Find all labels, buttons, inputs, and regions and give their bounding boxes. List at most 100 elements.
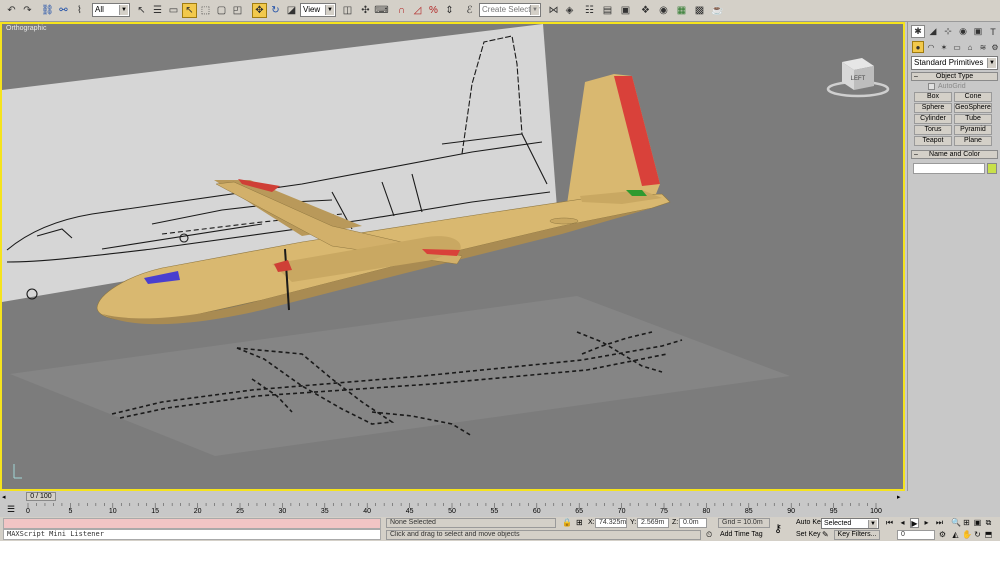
select-and-rotate-icon[interactable]: ↻ (268, 3, 283, 18)
systems-icon[interactable]: ⚙ (989, 41, 1000, 53)
create-tab-icon[interactable]: ✱ (911, 25, 925, 38)
select-region-icon[interactable]: ▭ (166, 3, 181, 18)
object-name-input[interactable] (913, 163, 985, 174)
select-tool-icon[interactable]: ↖ (182, 3, 197, 18)
add-time-tag-button[interactable]: Add Time Tag (720, 530, 763, 539)
time-tag-icon[interactable]: ⏲ (706, 530, 712, 540)
field-of-view-icon[interactable]: ◭ (951, 530, 960, 540)
pan-view-icon[interactable]: ✋ (962, 530, 972, 540)
redo-icon[interactable]: ↷ (20, 3, 35, 18)
orbit-icon[interactable]: ↻ (973, 530, 982, 540)
modify-tab-icon[interactable]: ◢ (926, 25, 940, 38)
zoom-all-icon[interactable]: ⊞ (962, 518, 971, 528)
go-to-start-icon[interactable]: ⏮ (885, 518, 894, 528)
hierarchy-tab-icon[interactable]: ⊹ (941, 25, 955, 38)
primitive-category-dropdown[interactable]: Standard Primitives ▼ (911, 56, 998, 70)
helpers-icon[interactable]: ⌂ (964, 41, 976, 53)
schematic-view-icon[interactable]: ❖ (638, 3, 653, 18)
selection-filter-dropdown[interactable]: All ▼ (92, 3, 130, 17)
scene-canvas[interactable]: LEFT (2, 24, 903, 489)
mirror-icon[interactable]: ⋈ (546, 3, 561, 18)
cylinder-button[interactable]: Cylinder (914, 114, 952, 124)
plane-button[interactable]: Plane (954, 136, 992, 146)
object-color-swatch[interactable] (987, 163, 997, 174)
reference-coordinate-dropdown[interactable]: View ▼ (300, 3, 336, 17)
zoom-extents-all-icon[interactable]: ⧉ (984, 518, 993, 528)
utilities-tab-icon[interactable]: T (986, 25, 1000, 38)
pivot-center-icon[interactable]: ◫ (340, 3, 355, 18)
select-and-scale-icon[interactable]: ◪ (284, 3, 299, 18)
key-mode-dropdown[interactable]: Selected ▼ (821, 518, 879, 529)
curve-editor-icon[interactable]: ▣ (618, 3, 633, 18)
set-key-button[interactable]: Set Key (796, 530, 821, 539)
lights-icon[interactable]: ✶ (938, 41, 950, 53)
time-slider[interactable]: 0 / 100 ◂ ▸ (0, 491, 907, 502)
teapot-button[interactable]: Teapot (914, 136, 952, 146)
viewport-label[interactable]: Orthographic (6, 25, 46, 32)
play-icon[interactable]: ▶ (910, 518, 919, 528)
go-to-end-icon[interactable]: ⏭ (935, 518, 944, 528)
orthographic-viewport[interactable]: LEFT Orthographic (0, 22, 905, 491)
z-coordinate-field[interactable]: 0.0m (679, 518, 707, 528)
window-crossing-icon[interactable]: ▢ (214, 3, 229, 18)
viewcube[interactable]: LEFT (826, 58, 890, 98)
select-and-link-icon[interactable]: ⛓ (40, 3, 55, 18)
geosphere-button[interactable]: GeoSphere (954, 103, 992, 113)
next-frame-icon[interactable]: ▸ (922, 518, 931, 528)
bind-space-warp-icon[interactable]: ⌇ (72, 3, 87, 18)
set-key-icon[interactable]: ✎ (822, 530, 829, 539)
unlink-icon[interactable]: ⚯ (56, 3, 71, 18)
shapes-icon[interactable]: ◠ (925, 41, 937, 53)
selection-lock-icon[interactable]: 🔒 (562, 518, 572, 527)
select-paint-icon[interactable]: ◰ (230, 3, 245, 18)
chevron-left-icon[interactable]: ◂ (2, 493, 6, 501)
edit-named-selection-icon[interactable]: ℰ (462, 3, 477, 18)
chevron-right-icon[interactable]: ▸ (897, 493, 901, 501)
named-selection-sets-dropdown[interactable]: Create Selection Set ▼ (479, 3, 541, 17)
select-and-move-icon[interactable]: ✥ (252, 3, 267, 18)
rendered-frame-window-icon[interactable]: ▩ (692, 3, 707, 18)
previous-frame-icon[interactable]: ◂ (898, 518, 907, 528)
render-setup-icon[interactable]: ▦ (674, 3, 689, 18)
y-coordinate-field[interactable]: 2.569m (637, 518, 669, 528)
torus-button[interactable]: Torus (914, 125, 952, 135)
autogrid-checkbox[interactable] (928, 83, 935, 90)
box-button[interactable]: Box (914, 92, 952, 102)
absolute-mode-icon[interactable]: ⊞ (576, 518, 583, 527)
render-production-icon[interactable]: ☕ (710, 3, 725, 18)
track-bar[interactable]: ☰ 0 5 10 15 20 25 30 35 40 45 50 55 60 65 70 75 80 85 90 95… (0, 502, 907, 517)
space-warps-icon[interactable]: ≋ (977, 41, 989, 53)
undo-icon[interactable]: ↶ (4, 3, 19, 18)
graphite-ribbon-icon[interactable]: ▤ (600, 3, 615, 18)
geometry-icon[interactable]: ● (912, 41, 924, 53)
maxscript-listener-output[interactable]: MAXScript Mini Listener (3, 529, 381, 540)
pyramid-button[interactable]: Pyramid (954, 125, 992, 135)
display-tab-icon[interactable]: ▣ (971, 25, 985, 38)
tube-button[interactable]: Tube (954, 114, 992, 124)
maxscript-listener-input[interactable] (3, 518, 381, 529)
snaps-toggle-icon[interactable]: ∩ (394, 3, 409, 18)
spinner-snap-icon[interactable]: ⇕ (442, 3, 457, 18)
select-object-icon[interactable]: ↖ (134, 3, 149, 18)
layer-manager-icon[interactable]: ☷ (582, 3, 597, 18)
zoom-extents-icon[interactable]: ▣ (973, 518, 982, 528)
current-frame-field[interactable]: 0 (897, 530, 935, 540)
object-type-rollout-header[interactable]: – Object Type (911, 72, 998, 81)
material-editor-icon[interactable]: ◉ (656, 3, 671, 18)
select-and-manipulate-icon[interactable]: ✣ (358, 3, 373, 18)
align-icon[interactable]: ◈ (562, 3, 577, 18)
time-slider-thumb[interactable]: 0 / 100 (26, 492, 56, 501)
cameras-icon[interactable]: ▭ (951, 41, 963, 53)
zoom-icon[interactable]: 🔍 (951, 518, 961, 528)
time-configuration-icon[interactable]: ⚙ (938, 530, 947, 540)
name-and-color-rollout-header[interactable]: – Name and Color (911, 150, 998, 159)
cone-button[interactable]: Cone (954, 92, 992, 102)
motion-tab-icon[interactable]: ◉ (956, 25, 970, 38)
key-filters-button[interactable]: Key Filters... (834, 530, 880, 540)
select-by-name-icon[interactable]: ☰ (150, 3, 165, 18)
key-icon[interactable]: ⚷ (774, 522, 782, 535)
keyboard-shortcut-icon[interactable]: ⌨ (374, 3, 389, 18)
rectangular-region-icon[interactable]: ⬚ (198, 3, 213, 18)
x-coordinate-field[interactable]: 74.325m (595, 518, 627, 528)
angle-snap-icon[interactable]: ◿ (410, 3, 425, 18)
